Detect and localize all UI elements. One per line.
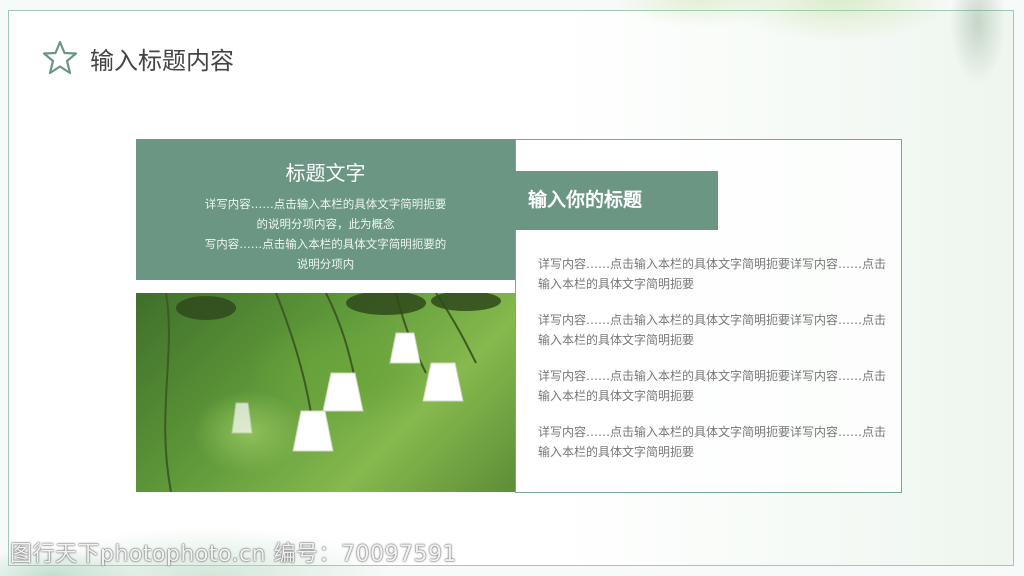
paragraph: 详写内容……点击输入本栏的具体文字简明扼要详写内容……点击输入本栏的具体文字简明… [538, 369, 887, 403]
paragraph: 详写内容……点击输入本栏的具体文字简明扼要详写内容……点击输入本栏的具体文字简明… [538, 425, 887, 459]
watermark: 图行天下photophoto.cn 编号：70097591 [10, 542, 458, 567]
left-card-body: 详写内容……点击输入本栏的具体文字简明扼要 的说明分项内容，此为概念 写内容……… [136, 194, 515, 274]
paragraph: 详写内容……点击输入本栏的具体文字简明扼要详写内容……点击输入本栏的具体文字简明… [538, 313, 887, 347]
right-card-title: 输入你的标题 [515, 171, 718, 230]
right-paragraphs: 详写内容……点击输入本栏的具体文字简明扼要详写内容……点击输入本栏的具体文字简明… [538, 254, 888, 478]
left-card-line: 说明分项内 [296, 257, 355, 271]
slide-header: 输入标题内容 [40, 36, 234, 80]
star-icon [42, 40, 78, 75]
left-card-line: 的说明分项内容，此为概念 [256, 217, 395, 231]
paragraph: 详写内容……点击输入本栏的具体文字简明扼要详写内容……点击输入本栏的具体文字简明… [538, 257, 887, 291]
left-card-line: 详写内容……点击输入本栏的具体文字简明扼要 [204, 197, 447, 211]
left-card-line: 写内容……点击输入本栏的具体文字简明扼要的 [204, 237, 447, 251]
left-text-card: 标题文字 详写内容……点击输入本栏的具体文字简明扼要 的说明分项内容，此为概念 … [136, 139, 515, 280]
page-title: 输入标题内容 [90, 46, 234, 75]
left-card-title: 标题文字 [285, 161, 366, 185]
flower-illustration [164, 293, 501, 492]
flower-photo [136, 293, 515, 492]
